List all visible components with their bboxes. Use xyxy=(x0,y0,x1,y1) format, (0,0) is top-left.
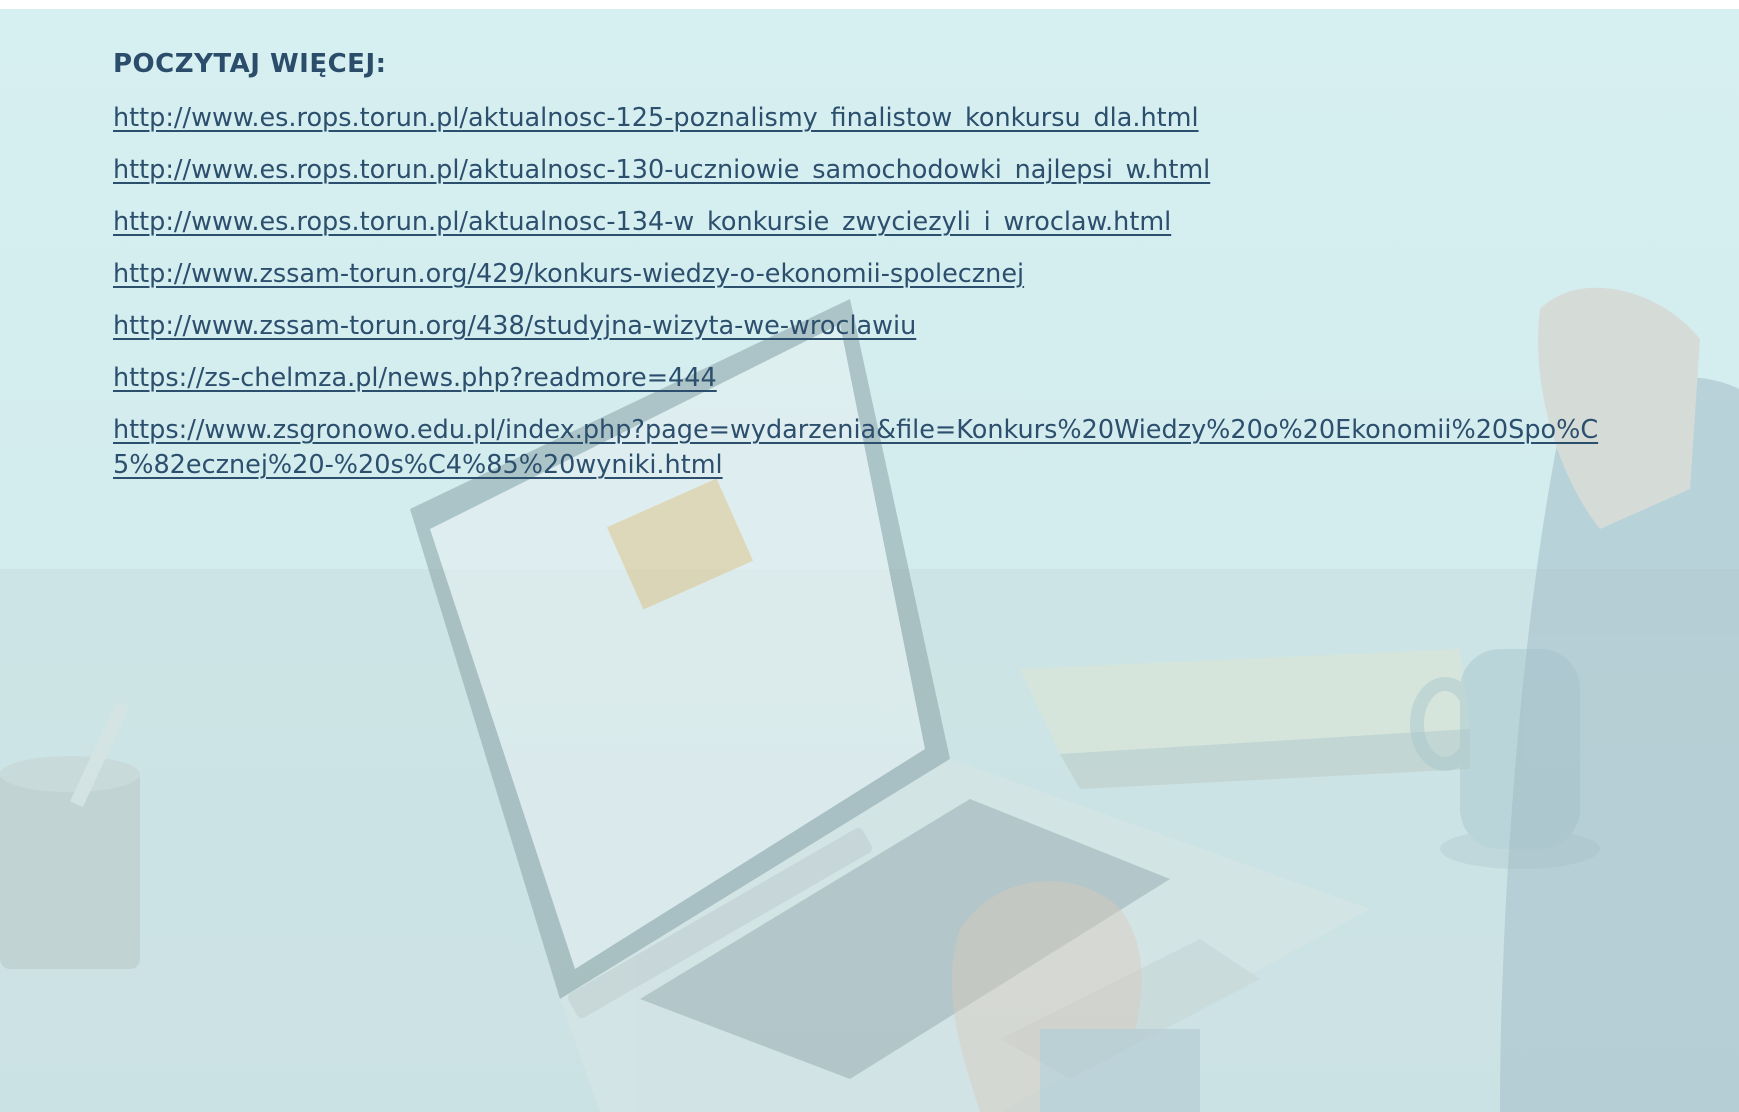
more-reading-section: POCZYTAJ WIĘCEJ: http://www.es.rops.toru… xyxy=(113,49,1673,500)
reference-link-1[interactable]: http://www.es.rops.torun.pl/aktualnosc-1… xyxy=(113,103,1199,133)
reference-link-3[interactable]: http://www.es.rops.torun.pl/aktualnosc-1… xyxy=(113,207,1171,237)
reference-link-7[interactable]: https://www.zsgronowo.edu.pl/index.php?p… xyxy=(113,415,1598,480)
notebook xyxy=(1020,649,1470,789)
page: POCZYTAJ WIĘCEJ: http://www.es.rops.toru… xyxy=(0,9,1739,1112)
reference-link-6[interactable]: https://zs-chelmza.pl/news.php?readmore=… xyxy=(113,363,717,393)
reference-link-4[interactable]: http://www.zssam-torun.org/429/konkurs-w… xyxy=(113,259,1024,289)
list-item: https://zs-chelmza.pl/news.php?readmore=… xyxy=(113,361,1633,396)
reference-link-2[interactable]: http://www.es.rops.torun.pl/aktualnosc-1… xyxy=(113,155,1210,185)
list-item: http://www.es.rops.torun.pl/aktualnosc-1… xyxy=(113,101,1633,136)
list-item: https://www.zsgronowo.edu.pl/index.php?p… xyxy=(113,413,1633,483)
section-heading: POCZYTAJ WIĘCEJ: xyxy=(113,49,387,79)
reference-link-5[interactable]: http://www.zssam-torun.org/438/studyjna-… xyxy=(113,311,916,341)
list-item: http://www.es.rops.torun.pl/aktualnosc-1… xyxy=(113,205,1633,240)
list-item: http://www.zssam-torun.org/438/studyjna-… xyxy=(113,309,1633,344)
list-item: http://www.es.rops.torun.pl/aktualnosc-1… xyxy=(113,153,1633,188)
list-item: http://www.zssam-torun.org/429/konkurs-w… xyxy=(113,257,1633,292)
link-list: http://www.es.rops.torun.pl/aktualnosc-1… xyxy=(113,101,1673,483)
